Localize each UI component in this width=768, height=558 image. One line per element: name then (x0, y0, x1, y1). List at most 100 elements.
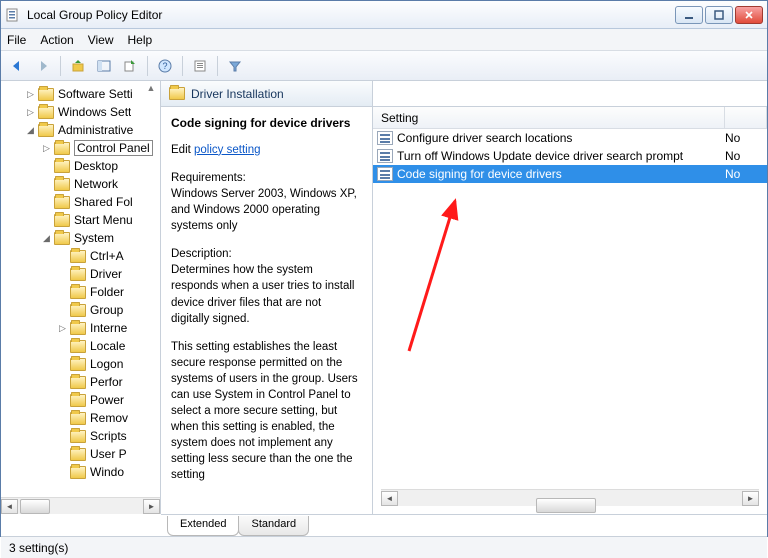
detail-pane: Driver Installation Code signing for dev… (161, 81, 373, 514)
menu-help[interactable]: Help (128, 33, 153, 47)
tree-label: Start Menu (74, 213, 133, 227)
expand-icon[interactable] (57, 269, 68, 280)
folder-icon (54, 178, 70, 191)
description-body-1: Determines how the system responds when … (171, 262, 362, 326)
back-button[interactable] (5, 54, 29, 78)
tree-item[interactable]: Shared Fol (1, 193, 160, 211)
detail-body: Code signing for device drivers Edit pol… (161, 107, 372, 514)
maximize-button[interactable] (705, 6, 733, 24)
tree-item[interactable]: Perfor (1, 373, 160, 391)
export-button[interactable] (118, 54, 142, 78)
policy-icon (377, 149, 393, 163)
svg-text:?: ? (162, 61, 167, 71)
expand-icon[interactable] (57, 467, 68, 478)
expand-icon[interactable]: ▷ (41, 143, 52, 154)
expand-icon[interactable] (57, 251, 68, 262)
folder-icon (54, 196, 70, 209)
content-area: ▲ ▷Software Setti▷Windows Sett◢Administr… (1, 81, 767, 514)
tree-label: User P (90, 447, 127, 461)
tree-item[interactable]: User P (1, 445, 160, 463)
scroll-left-button[interactable]: ◄ (1, 499, 18, 514)
scroll-thumb[interactable] (20, 499, 50, 514)
list-row[interactable]: Turn off Windows Update device driver se… (373, 147, 767, 165)
menu-action[interactable]: Action (40, 33, 73, 47)
folder-icon (70, 430, 86, 443)
scroll-right-button[interactable]: ► (143, 499, 160, 514)
tree-item[interactable]: Ctrl+A (1, 247, 160, 265)
filter-button[interactable] (223, 54, 247, 78)
policy-icon (377, 167, 393, 181)
expand-icon[interactable]: ◢ (41, 233, 52, 244)
help-button[interactable]: ? (153, 54, 177, 78)
tree-item[interactable]: Driver (1, 265, 160, 283)
scroll-left-button[interactable]: ◄ (381, 491, 398, 506)
tab-standard[interactable]: Standard (238, 516, 309, 536)
expand-icon[interactable]: ▷ (25, 89, 36, 100)
tree-item[interactable]: Group (1, 301, 160, 319)
tree-horizontal-scrollbar[interactable]: ◄ ► (1, 497, 160, 514)
tree-item[interactable]: ◢Administrative (1, 121, 160, 139)
expand-icon[interactable]: ◢ (25, 125, 36, 136)
column-setting[interactable]: Setting (373, 107, 725, 128)
scroll-right-button[interactable]: ► (742, 491, 759, 506)
expand-icon[interactable] (57, 359, 68, 370)
tree-item[interactable]: ◢System (1, 229, 160, 247)
tree-item[interactable]: Desktop (1, 157, 160, 175)
expand-icon[interactable] (57, 305, 68, 316)
tree-label: Driver (90, 267, 122, 281)
expand-icon[interactable] (57, 431, 68, 442)
close-button[interactable] (735, 6, 763, 24)
expand-icon[interactable] (57, 395, 68, 406)
folder-icon (70, 286, 86, 299)
folder-icon (70, 340, 86, 353)
tree-item[interactable]: Locale (1, 337, 160, 355)
expand-icon[interactable] (41, 215, 52, 226)
tree-item[interactable]: Power (1, 391, 160, 409)
tree-item[interactable]: Network (1, 175, 160, 193)
expand-icon[interactable] (57, 377, 68, 388)
scroll-thumb[interactable] (536, 498, 596, 513)
minimize-button[interactable] (675, 6, 703, 24)
show-hide-tree-button[interactable] (92, 54, 116, 78)
folder-icon (70, 466, 86, 479)
tree-item[interactable]: Start Menu (1, 211, 160, 229)
expand-icon[interactable]: ▷ (57, 323, 68, 334)
folder-icon (38, 88, 54, 101)
tree-item[interactable]: ▷ Software Setti (1, 85, 160, 103)
tree-label: Software Setti (58, 87, 133, 101)
tab-extended[interactable]: Extended (167, 516, 239, 536)
list-row[interactable]: Configure driver search locationsNo (373, 129, 767, 147)
tree-label: Locale (90, 339, 125, 353)
expand-icon[interactable]: ▷ (25, 107, 36, 118)
expand-icon[interactable] (57, 413, 68, 424)
list-row[interactable]: Code signing for device driversNo (373, 165, 767, 183)
tree-item[interactable]: ▷Control Panel (1, 139, 160, 157)
edit-policy-link[interactable]: policy setting (194, 144, 260, 156)
expand-icon[interactable] (57, 449, 68, 460)
forward-button[interactable] (31, 54, 55, 78)
window-controls (675, 6, 763, 24)
up-button[interactable] (66, 54, 90, 78)
list-horizontal-scrollbar[interactable]: ◄ ► (381, 489, 759, 506)
tree-item[interactable]: Logon (1, 355, 160, 373)
folder-icon (70, 304, 86, 317)
tree-label: Ctrl+A (90, 249, 124, 263)
column-state[interactable] (725, 107, 767, 128)
expand-icon[interactable] (41, 197, 52, 208)
expand-icon[interactable] (41, 179, 52, 190)
expand-icon[interactable] (57, 341, 68, 352)
menu-view[interactable]: View (88, 33, 114, 47)
tree-item[interactable]: Remov (1, 409, 160, 427)
menu-file[interactable]: File (7, 33, 26, 47)
description-body-2: This setting establishes the least secur… (171, 339, 362, 484)
tree-item[interactable]: Folder (1, 283, 160, 301)
properties-button[interactable] (188, 54, 212, 78)
tree-label: Desktop (74, 159, 118, 173)
tree-item[interactable]: Scripts (1, 427, 160, 445)
tree-item[interactable]: ▷Windows Sett (1, 103, 160, 121)
tree-item[interactable]: ▷Interne (1, 319, 160, 337)
expand-icon[interactable] (57, 287, 68, 298)
expand-icon[interactable] (41, 161, 52, 172)
statusbar: 3 setting(s) (1, 536, 767, 558)
tree-item[interactable]: Windo (1, 463, 160, 481)
